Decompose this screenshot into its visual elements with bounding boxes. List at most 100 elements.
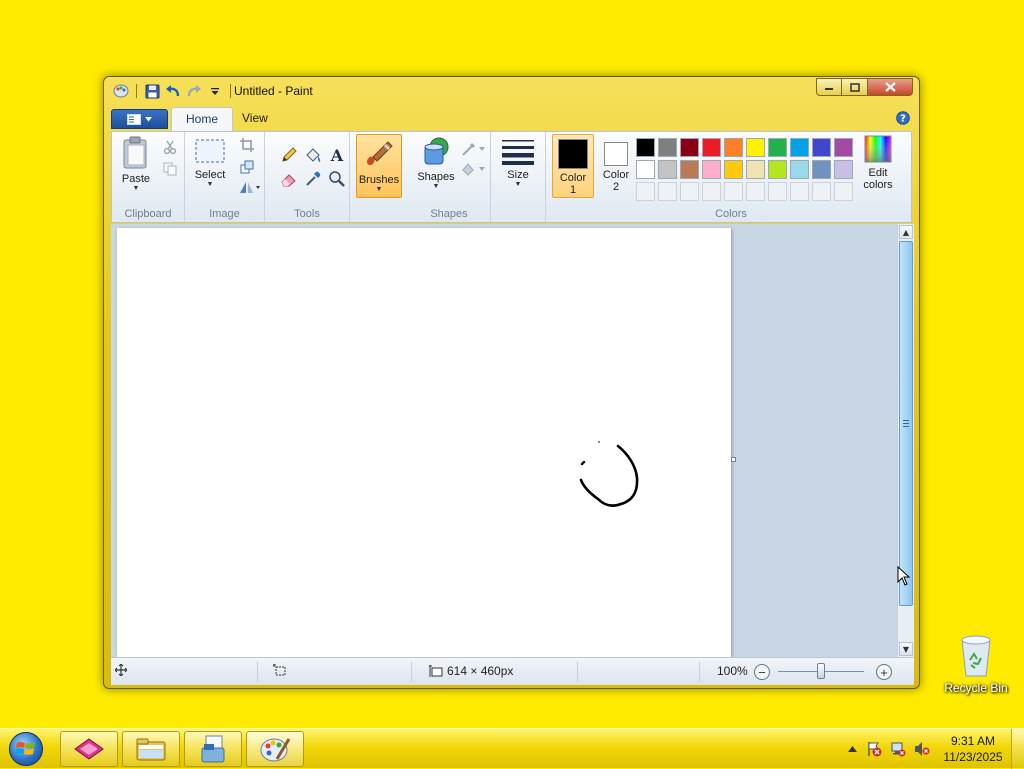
chevron-down-icon bbox=[145, 116, 152, 121]
palette-color-swatch[interactable] bbox=[702, 138, 721, 157]
redo-icon[interactable] bbox=[185, 83, 203, 99]
palette-color-swatch[interactable] bbox=[768, 138, 787, 157]
pencil-icon[interactable] bbox=[277, 144, 301, 166]
custom-color-slot[interactable] bbox=[834, 182, 853, 201]
custom-color-slot[interactable] bbox=[812, 182, 831, 201]
zoom-slider-thumb[interactable] bbox=[817, 663, 825, 679]
custom-color-slot[interactable] bbox=[658, 182, 677, 201]
custom-color-slot[interactable] bbox=[636, 182, 655, 201]
rotate-icon[interactable] bbox=[237, 178, 261, 196]
zoom-in-icon[interactable]: + bbox=[876, 664, 892, 680]
undo-icon[interactable] bbox=[164, 83, 182, 99]
custom-color-slot[interactable] bbox=[790, 182, 809, 201]
cut-icon[interactable] bbox=[160, 138, 180, 156]
palette-color-swatch[interactable] bbox=[790, 138, 809, 157]
network-icon[interactable] bbox=[890, 741, 906, 757]
select-button[interactable]: Select ▼ bbox=[189, 136, 231, 189]
palette-color-swatch[interactable] bbox=[636, 160, 655, 179]
scroll-up-icon[interactable]: ▲ bbox=[899, 225, 913, 239]
help-icon[interactable]: ? bbox=[896, 111, 910, 128]
brushes-group: Brushes ▼ bbox=[350, 132, 408, 222]
color-picker-icon[interactable] bbox=[301, 168, 325, 190]
magnifier-icon[interactable] bbox=[325, 168, 349, 190]
taskbar: 9:31 AM 11/23/2025 bbox=[0, 728, 1024, 769]
minimize-button[interactable] bbox=[816, 78, 842, 96]
shapes-icon bbox=[424, 137, 449, 165]
status-divider bbox=[699, 662, 700, 682]
palette-color-swatch[interactable] bbox=[636, 138, 655, 157]
scroll-thumb[interactable] bbox=[899, 241, 913, 606]
palette-color-swatch[interactable] bbox=[746, 138, 765, 157]
canvas-resize-handle[interactable] bbox=[731, 457, 736, 462]
palette-color-swatch[interactable] bbox=[702, 160, 721, 179]
save-icon[interactable] bbox=[143, 83, 161, 99]
scroll-down-icon[interactable]: ▼ bbox=[899, 642, 913, 656]
tab-home[interactable]: Home bbox=[171, 107, 234, 131]
palette-color-swatch[interactable] bbox=[680, 160, 699, 179]
palette-color-swatch[interactable] bbox=[812, 138, 831, 157]
paint-menu-button[interactable] bbox=[111, 109, 168, 129]
show-hidden-icons-icon[interactable] bbox=[844, 741, 860, 757]
color1-button[interactable]: Color 1 bbox=[552, 134, 594, 198]
paint-app-icon[interactable] bbox=[112, 83, 130, 99]
paint-taskbar-icon bbox=[260, 738, 291, 762]
zoom-out-icon[interactable]: − bbox=[754, 664, 770, 680]
customize-dropdown-icon[interactable] bbox=[206, 83, 224, 99]
shapes-button[interactable]: Shapes ▼ bbox=[414, 136, 458, 191]
system-clock[interactable]: 9:31 AM 11/23/2025 bbox=[937, 733, 1009, 765]
status-divider bbox=[257, 662, 258, 682]
taskbar-app-media-center[interactable] bbox=[60, 731, 118, 767]
palette-color-swatch[interactable] bbox=[812, 160, 831, 179]
crop-icon[interactable] bbox=[237, 136, 257, 154]
edit-colors-button[interactable]: Edit colors bbox=[858, 134, 898, 191]
brushes-button[interactable]: Brushes ▼ bbox=[356, 134, 402, 198]
status-divider bbox=[411, 662, 412, 682]
color2-label: Color 2 bbox=[602, 169, 630, 193]
palette-color-swatch[interactable] bbox=[724, 160, 743, 179]
palette-color-swatch[interactable] bbox=[768, 160, 787, 179]
custom-color-slot[interactable] bbox=[768, 182, 787, 201]
size-button[interactable]: Size ▼ bbox=[499, 138, 537, 189]
window-controls bbox=[816, 78, 913, 96]
paste-label: Paste bbox=[121, 173, 151, 185]
palette-color-swatch[interactable] bbox=[658, 138, 677, 157]
vertical-scrollbar[interactable]: ▲ ▼ bbox=[897, 224, 914, 657]
close-icon bbox=[884, 82, 896, 92]
text-icon[interactable]: A bbox=[325, 144, 349, 166]
palette-color-swatch[interactable] bbox=[834, 138, 853, 157]
custom-color-slot[interactable] bbox=[746, 182, 765, 201]
color2-button[interactable]: Color 2 bbox=[596, 134, 636, 198]
palette-color-swatch[interactable] bbox=[834, 160, 853, 179]
selection-size-icon bbox=[273, 664, 287, 677]
custom-color-slot[interactable] bbox=[702, 182, 721, 201]
fill-icon[interactable] bbox=[301, 144, 325, 166]
fill-shape-icon[interactable] bbox=[460, 160, 488, 178]
volume-muted-icon[interactable] bbox=[914, 741, 930, 757]
resize-icon[interactable] bbox=[237, 158, 257, 176]
outline-icon[interactable] bbox=[460, 140, 488, 158]
start-button[interactable] bbox=[6, 731, 46, 767]
palette-color-swatch[interactable] bbox=[680, 138, 699, 157]
taskbar-app-documents[interactable] bbox=[184, 731, 242, 767]
drawing-canvas[interactable] bbox=[117, 228, 731, 657]
eraser-icon[interactable] bbox=[277, 168, 301, 190]
paste-icon bbox=[123, 136, 147, 169]
copy-icon[interactable] bbox=[160, 160, 180, 178]
tab-view[interactable]: View bbox=[228, 107, 282, 131]
action-center-alert-icon[interactable] bbox=[866, 741, 882, 757]
close-button[interactable] bbox=[868, 78, 913, 96]
maximize-button[interactable] bbox=[842, 78, 868, 96]
palette-color-swatch[interactable] bbox=[790, 160, 809, 179]
palette-color-swatch[interactable] bbox=[658, 160, 677, 179]
taskbar-app-explorer[interactable] bbox=[122, 731, 180, 767]
recycle-bin-desktop-icon[interactable]: Recycle Bin bbox=[940, 630, 1012, 695]
palette-color-swatch[interactable] bbox=[746, 160, 765, 179]
title-bar[interactable]: Untitled - Paint bbox=[104, 77, 919, 105]
taskbar-app-paint[interactable] bbox=[246, 731, 304, 767]
paste-button[interactable]: Paste ▼ bbox=[116, 136, 156, 193]
custom-color-slot[interactable] bbox=[680, 182, 699, 201]
show-desktop-button[interactable] bbox=[1011, 729, 1024, 769]
recycle-bin-icon bbox=[961, 635, 991, 677]
custom-color-slot[interactable] bbox=[724, 182, 743, 201]
palette-color-swatch[interactable] bbox=[724, 138, 743, 157]
